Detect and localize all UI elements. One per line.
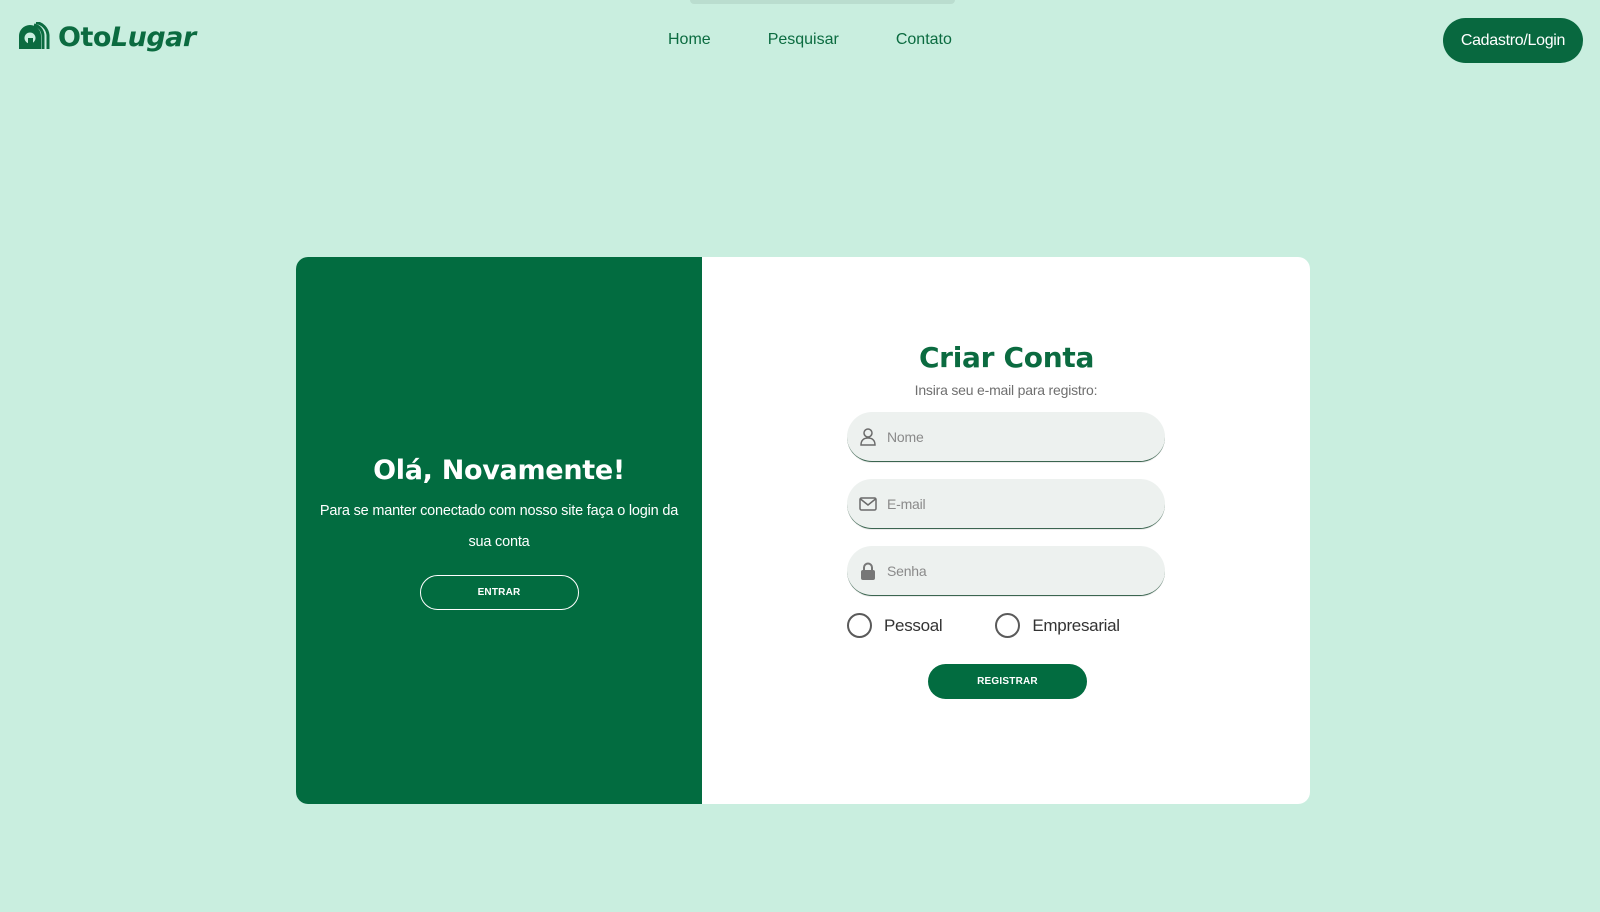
welcome-text: Para se manter conectado com nosso site …	[319, 503, 679, 550]
site-header: OtoLugar Home Pesquisar Contato Cadastro…	[0, 0, 1600, 82]
radio-pessoal[interactable]: Pessoal	[847, 613, 943, 638]
password-field[interactable]	[847, 546, 1165, 596]
signup-subtitle: Insira seu e-mail para registro:	[914, 382, 1098, 398]
auth-card: Olá, Novamente! Para se manter conectado…	[296, 257, 1310, 804]
name-input[interactable]	[887, 428, 1137, 445]
login-button[interactable]: ENTRAR	[419, 575, 579, 610]
user-icon	[859, 427, 877, 446]
radio-circle[interactable]	[995, 613, 1021, 638]
email-field[interactable]	[847, 479, 1165, 529]
signup-fields	[847, 412, 1165, 596]
signup-login-button[interactable]: Cadastro/Login	[1443, 18, 1583, 63]
signup-title: Criar Conta	[918, 341, 1095, 374]
welcome-back-panel: Olá, Novamente! Para se manter conectado…	[296, 257, 702, 804]
nav-contato[interactable]: Contato	[896, 31, 952, 49]
logo-text: OtoLugar	[58, 22, 196, 53]
register-button[interactable]: REGISTRAR	[928, 664, 1087, 699]
nav-home[interactable]: Home	[668, 31, 711, 49]
logo[interactable]: OtoLugar	[16, 20, 196, 54]
logo-icon	[19, 22, 50, 49]
radio-circle[interactable]	[847, 613, 872, 638]
password-input[interactable]	[887, 562, 1137, 579]
radio-label-empresarial: Empresarial	[1032, 615, 1120, 635]
radio-label-pessoal: Pessoal	[884, 615, 943, 635]
nav-pesquisar[interactable]: Pesquisar	[768, 31, 839, 49]
welcome-title: Olá, Novamente!	[373, 455, 625, 486]
lock-icon	[859, 562, 877, 580]
signup-panel: Criar Conta Insira seu e-mail para regis…	[702, 257, 1310, 804]
name-field[interactable]	[847, 412, 1165, 462]
account-type-group: Pessoal Empresarial	[847, 613, 1165, 638]
main-nav: Home Pesquisar Contato	[668, 31, 1009, 49]
radio-empresarial[interactable]: Empresarial	[995, 613, 1120, 638]
email-input[interactable]	[887, 495, 1137, 512]
logo-text-part1: Oto	[58, 21, 111, 53]
envelope-icon	[859, 495, 877, 513]
logo-text-part2: Lugar	[110, 21, 196, 53]
